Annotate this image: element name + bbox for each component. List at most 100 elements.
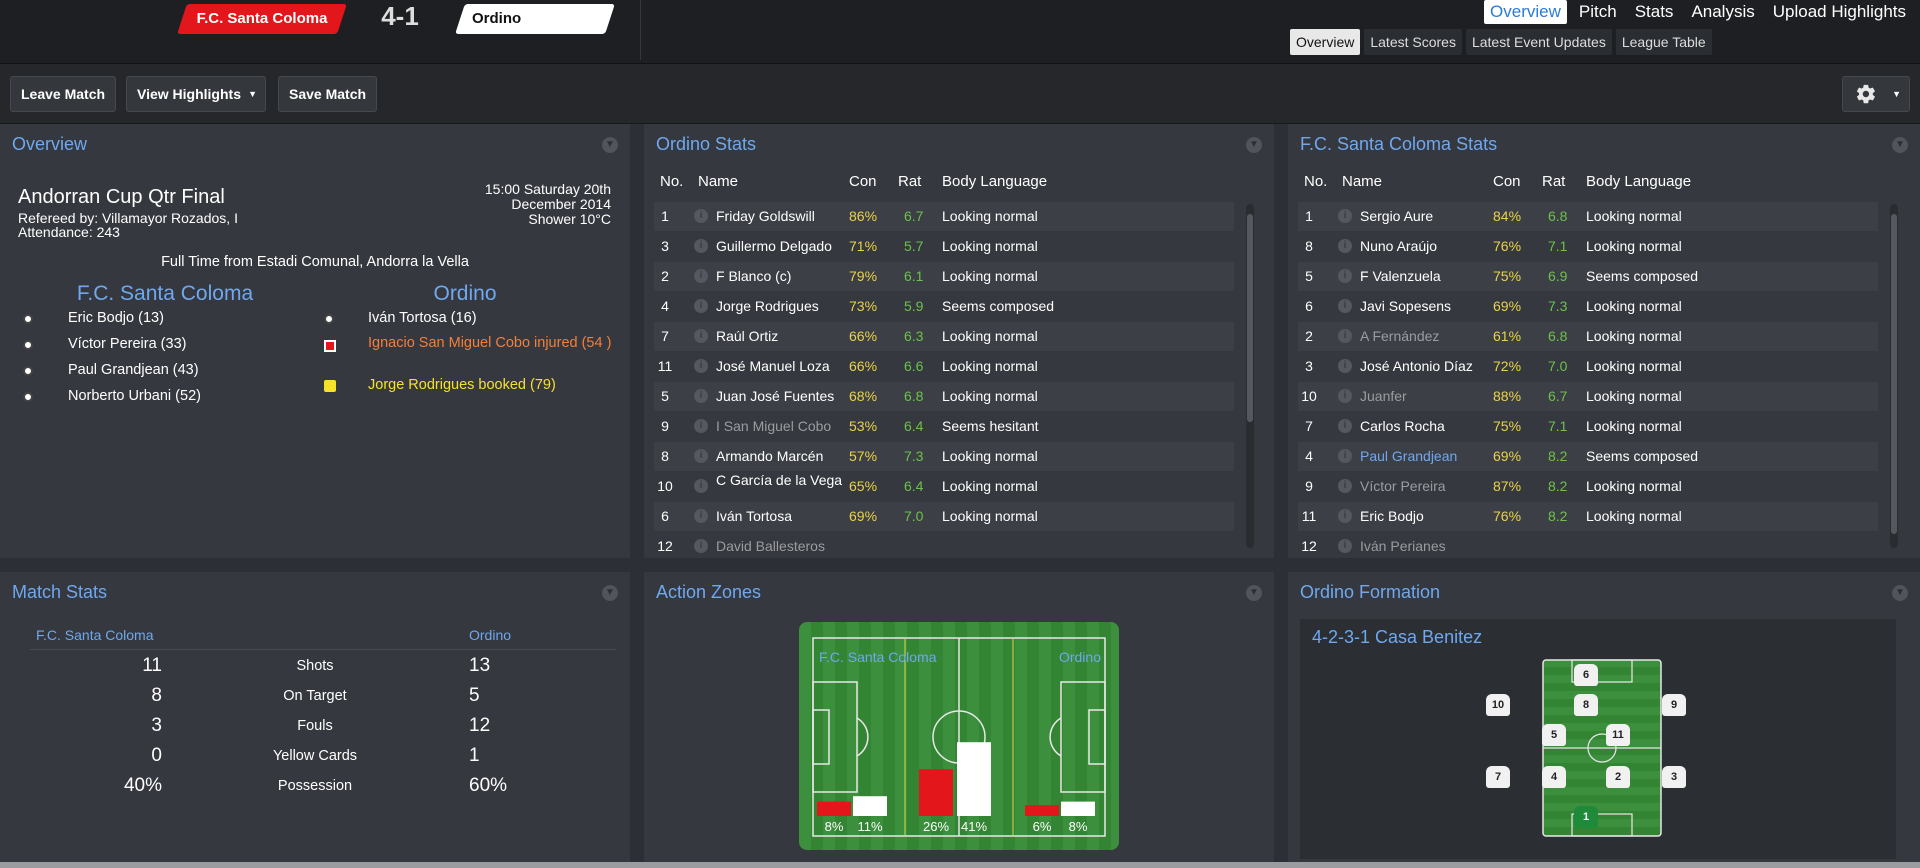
info-icon[interactable]: i [694, 539, 708, 553]
scrollbar[interactable] [1246, 204, 1254, 548]
nav-stats[interactable]: Stats [1629, 0, 1680, 24]
subnav-latest-event-updates[interactable]: Latest Event Updates [1465, 29, 1612, 55]
info-icon[interactable]: i [694, 389, 708, 403]
player-name[interactable]: Armando Marcén [716, 442, 851, 471]
info-icon[interactable]: i [694, 479, 708, 493]
col-header-rat[interactable]: Rat [898, 173, 921, 190]
player-row[interactable]: 2 i A Fernández 61% 6.8 Looking normal [1298, 322, 1878, 351]
scrollbar[interactable] [1890, 204, 1898, 548]
away-team-badge[interactable]: Ordino [455, 4, 615, 34]
col-header-body-language[interactable]: Body Language [942, 173, 1047, 190]
player-name[interactable]: F Blanco (c) [716, 262, 851, 291]
player-row[interactable]: 9 i I San Miguel Cobo 53% 6.4 Seems hesitant [654, 412, 1234, 441]
player-row[interactable]: 6 i Javi Sopesens 69% 7.3 Looking normal [1298, 292, 1878, 321]
player-name[interactable]: Paul Grandjean [1360, 442, 1495, 471]
col-header-body-language[interactable]: Body Language [1586, 173, 1691, 190]
info-icon[interactable]: i [694, 419, 708, 433]
leave-match-button[interactable]: Leave Match [10, 76, 117, 112]
settings-button[interactable]: ▼ [1842, 76, 1910, 112]
player-name[interactable]: Eric Bodjo [1360, 502, 1495, 531]
player-name[interactable]: Iván Tortosa [716, 502, 851, 531]
player-row[interactable]: 8 i Armando Marcén 57% 7.3 Looking normal [654, 442, 1234, 471]
player-shirt[interactable]: 11 [1606, 724, 1630, 746]
player-name[interactable]: Juan José Fuentes [716, 382, 851, 411]
view-highlights-button[interactable]: View Highlights ▼ [126, 76, 266, 112]
player-name[interactable]: A Fernández [1360, 322, 1495, 351]
player-row[interactable]: 6 i Iván Tortosa 69% 7.0 Looking normal [654, 502, 1234, 531]
player-name[interactable]: Jorge Rodrigues [716, 292, 851, 321]
player-name[interactable]: David Ballesteros [716, 532, 851, 561]
player-name[interactable]: José Antonio Díaz [1360, 352, 1495, 381]
player-row[interactable]: 4 i Paul Grandjean 69% 8.2 Seems composed [1298, 442, 1878, 471]
info-icon[interactable]: i [694, 299, 708, 313]
player-name[interactable]: Carlos Rocha [1360, 412, 1495, 441]
player-name[interactable]: Iván Perianes [1360, 532, 1495, 561]
player-name[interactable]: F Valenzuela [1360, 262, 1495, 291]
player-name[interactable]: Friday Goldswill [716, 202, 851, 231]
info-icon[interactable]: i [1338, 509, 1352, 523]
col-header-con[interactable]: Con [849, 173, 877, 190]
info-icon[interactable]: i [1338, 329, 1352, 343]
player-shirt[interactable]: 8 [1574, 694, 1598, 716]
player-row[interactable]: 10 i Juanfer 88% 6.7 Looking normal [1298, 382, 1878, 411]
subnav-league-table[interactable]: League Table [1615, 29, 1712, 55]
scroll-thumb[interactable] [1891, 214, 1897, 534]
player-row[interactable]: 11 i Eric Bodjo 76% 8.2 Looking normal [1298, 502, 1878, 531]
player-name[interactable]: I San Miguel Cobo [716, 412, 851, 441]
player-row[interactable]: 11 i José Manuel Loza 66% 6.6 Looking normal [654, 352, 1234, 381]
player-shirt[interactable]: 9 [1662, 694, 1686, 716]
info-icon[interactable]: i [694, 209, 708, 223]
info-icon[interactable]: i [694, 269, 708, 283]
scroll-thumb[interactable] [1247, 214, 1253, 422]
player-row[interactable]: 4 i Jorge Rodrigues 73% 5.9 Seems composed [654, 292, 1234, 321]
subnav-overview[interactable]: Overview [1290, 29, 1361, 55]
info-icon[interactable]: i [1338, 479, 1352, 493]
nav-pitch[interactable]: Pitch [1573, 0, 1623, 24]
collapse-icon[interactable]: ▼ [1246, 585, 1262, 601]
player-shirt[interactable]: 6 [1574, 664, 1598, 686]
player-name[interactable]: C García de la Vega [716, 473, 851, 487]
info-icon[interactable]: i [694, 329, 708, 343]
info-icon[interactable]: i [1338, 209, 1352, 223]
col-header-no[interactable]: No. [1304, 173, 1327, 190]
info-icon[interactable]: i [1338, 539, 1352, 553]
info-icon[interactable]: i [694, 509, 708, 523]
player-name[interactable]: Juanfer [1360, 382, 1495, 411]
player-row[interactable]: 9 i Víctor Pereira 87% 8.2 Looking normal [1298, 472, 1878, 501]
player-row[interactable]: 5 i Juan José Fuentes 68% 6.8 Looking normal [654, 382, 1234, 411]
player-row[interactable]: 3 i Guillermo Delgado 71% 5.7 Looking normal [654, 232, 1234, 261]
player-row[interactable]: 7 i Carlos Rocha 75% 7.1 Looking normal [1298, 412, 1878, 441]
collapse-icon[interactable]: ▼ [1892, 137, 1908, 153]
player-row[interactable]: 5 i F Valenzuela 75% 6.9 Seems composed [1298, 262, 1878, 291]
player-row[interactable]: 12 i David Ballesteros [654, 532, 1234, 561]
col-header-name[interactable]: Name [698, 173, 738, 190]
player-name[interactable]: Javi Sopesens [1360, 292, 1495, 321]
nav-overview[interactable]: Overview [1484, 0, 1567, 24]
info-icon[interactable]: i [694, 239, 708, 253]
player-shirt[interactable]: 1 [1574, 806, 1598, 828]
info-icon[interactable]: i [1338, 299, 1352, 313]
collapse-icon[interactable]: ▼ [602, 137, 618, 153]
player-row[interactable]: 8 i Nuno Araújo 76% 7.1 Looking normal [1298, 232, 1878, 261]
info-icon[interactable]: i [694, 449, 708, 463]
info-icon[interactable]: i [694, 359, 708, 373]
player-shirt[interactable]: 3 [1662, 766, 1686, 788]
player-shirt[interactable]: 2 [1606, 766, 1630, 788]
save-match-button[interactable]: Save Match [278, 76, 378, 112]
player-shirt[interactable]: 7 [1486, 766, 1510, 788]
player-row[interactable]: 7 i Raúl Ortiz 66% 6.3 Looking normal [654, 322, 1234, 351]
info-icon[interactable]: i [1338, 419, 1352, 433]
player-name[interactable]: Guillermo Delgado [716, 232, 851, 261]
player-name[interactable]: Víctor Pereira [1360, 472, 1495, 501]
info-icon[interactable]: i [1338, 269, 1352, 283]
col-header-con[interactable]: Con [1493, 173, 1521, 190]
player-row[interactable]: 3 i José Antonio Díaz 72% 7.0 Looking normal [1298, 352, 1878, 381]
player-row[interactable]: 2 i F Blanco (c) 79% 6.1 Looking normal [654, 262, 1234, 291]
subnav-latest-scores[interactable]: Latest Scores [1364, 29, 1462, 55]
player-row[interactable]: 10 i C García de la Vega 65% 6.4 Looking norm… [654, 472, 1234, 501]
player-row[interactable]: 1 i Sergio Aure 84% 6.8 Looking normal [1298, 202, 1878, 231]
info-icon[interactable]: i [1338, 449, 1352, 463]
collapse-icon[interactable]: ▼ [1892, 585, 1908, 601]
player-name[interactable]: Raúl Ortiz [716, 322, 851, 351]
col-header-name[interactable]: Name [1342, 173, 1382, 190]
